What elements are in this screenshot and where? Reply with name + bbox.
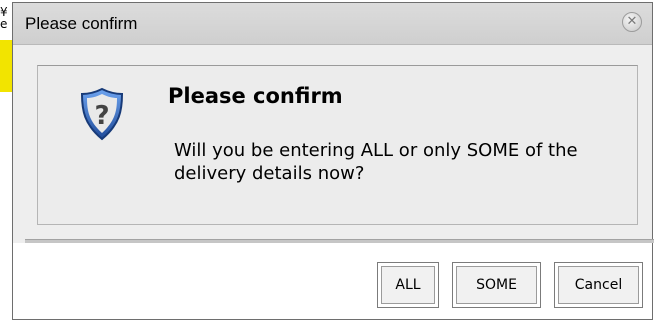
confirm-dialog: Please confirm ✕ ? Please confirm Will y… (12, 2, 654, 320)
dialog-heading: Please confirm (168, 84, 343, 108)
background-glyphs: ¥ e (0, 6, 8, 30)
dialog-footer: ALL SOME Cancel (13, 243, 652, 319)
question-shield-icon: ? (80, 87, 124, 141)
all-button[interactable]: ALL (377, 262, 439, 308)
background-yellow-strip (0, 40, 12, 92)
dialog-title: Please confirm (25, 14, 138, 33)
dialog-message: Will you be entering ALL or only SOME of… (174, 140, 578, 184)
some-button[interactable]: SOME (452, 262, 541, 308)
close-icon[interactable]: ✕ (622, 12, 642, 32)
svg-text:?: ? (94, 101, 109, 131)
dialog-content: ? Please confirm Will you be entering AL… (37, 65, 638, 225)
dialog-titlebar[interactable]: Please confirm ✕ (13, 3, 652, 45)
cancel-button[interactable]: Cancel (554, 262, 643, 308)
